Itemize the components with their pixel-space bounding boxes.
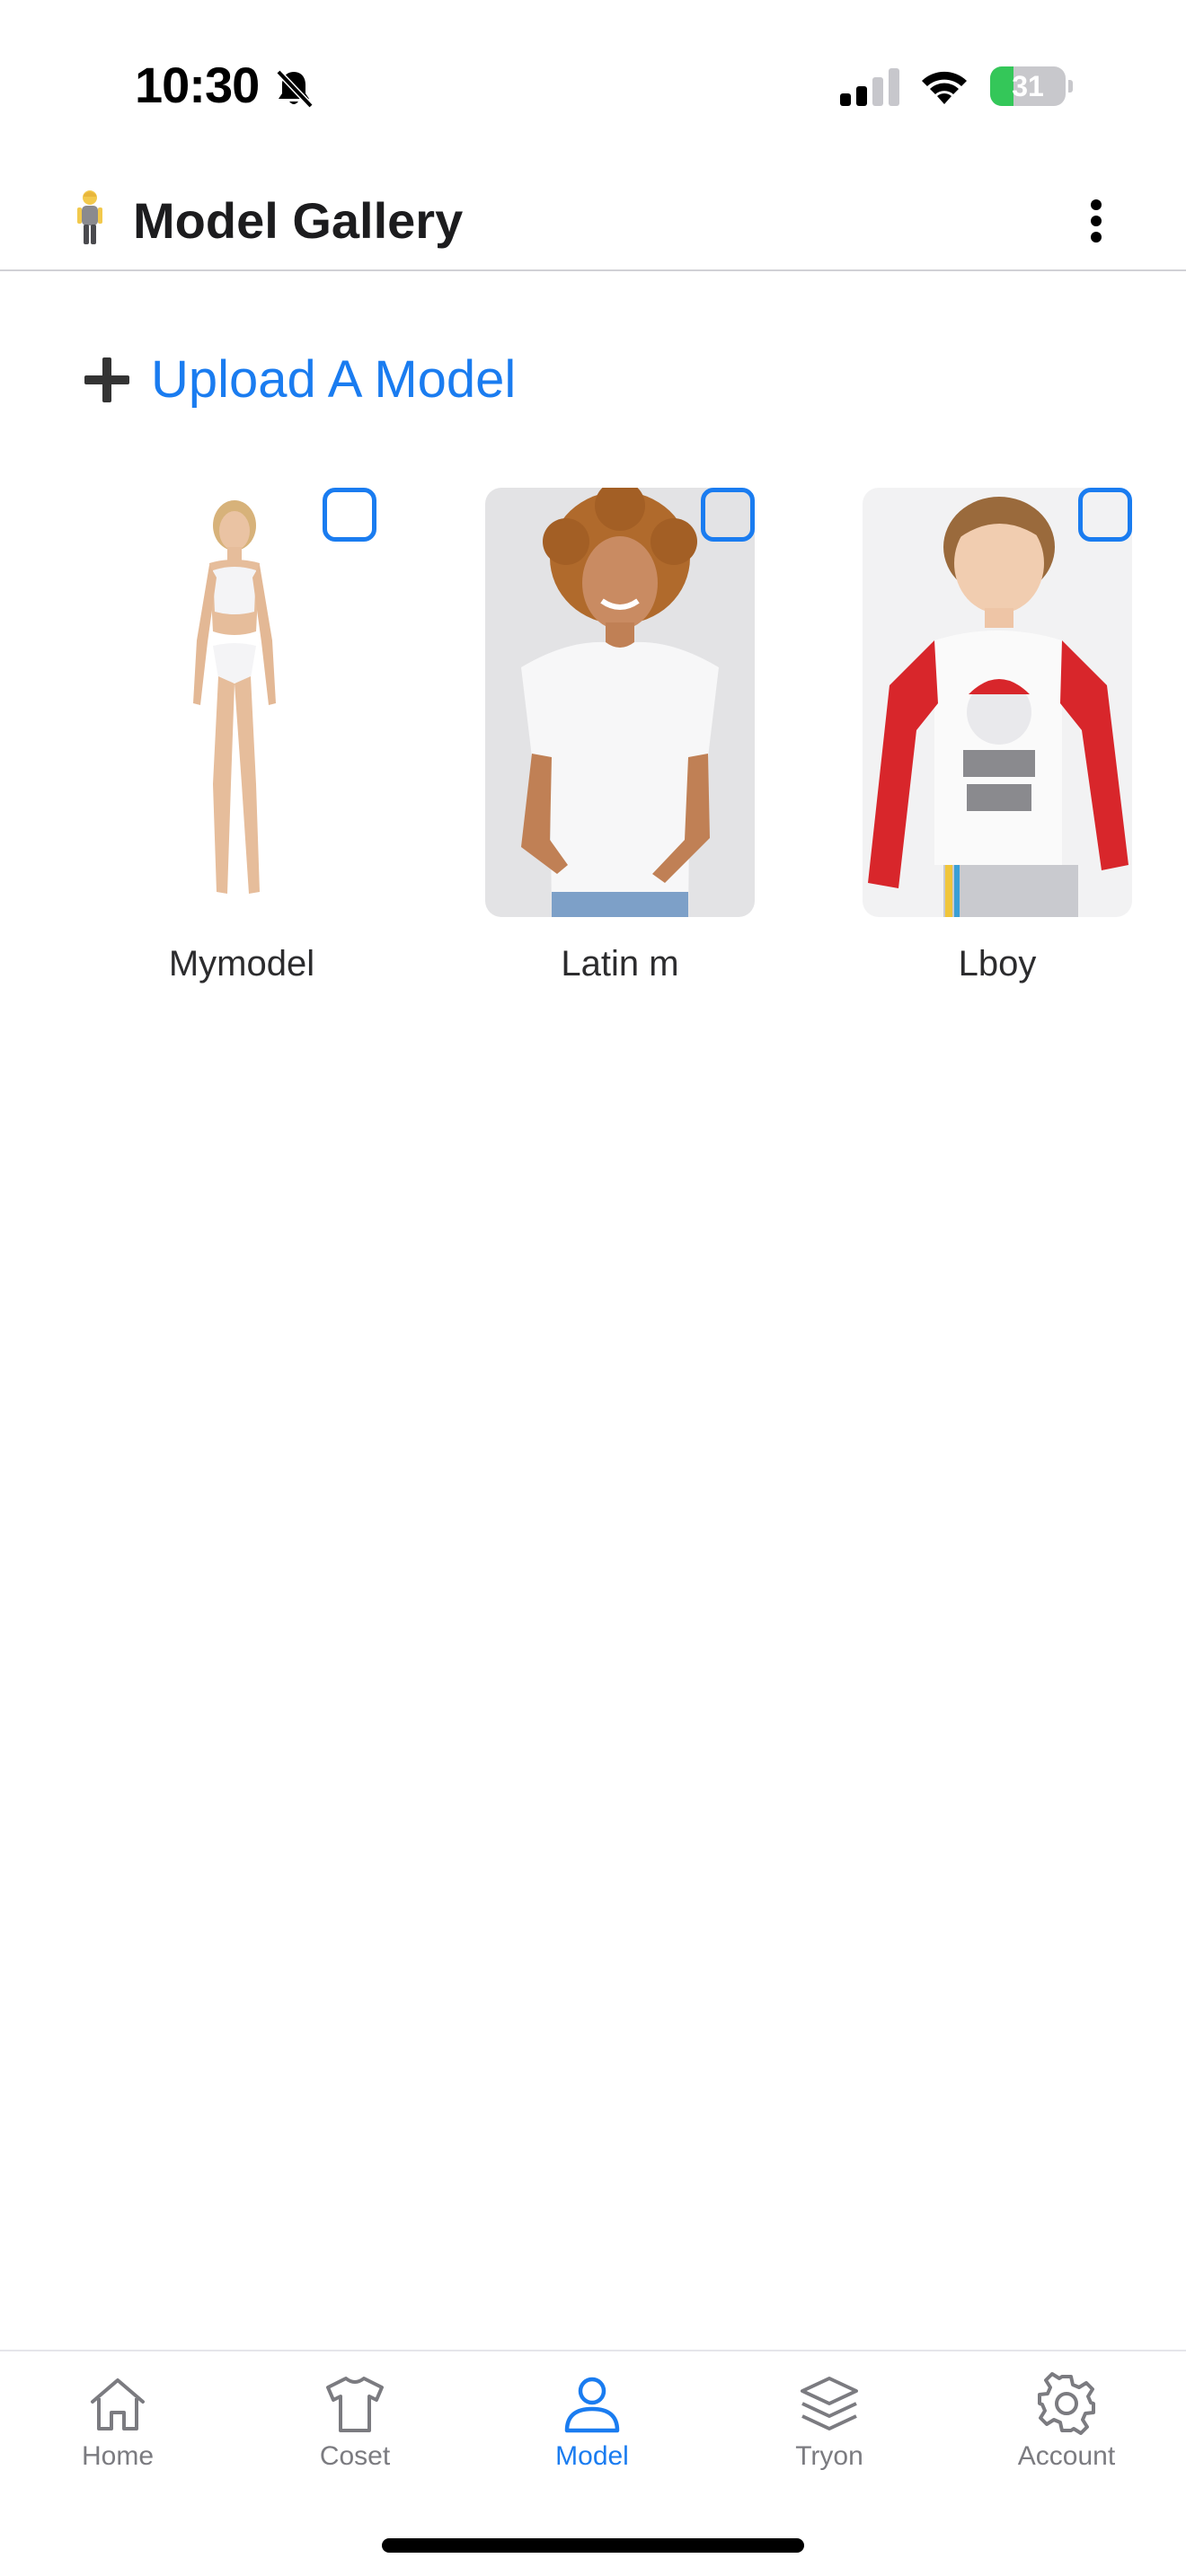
layers-icon bbox=[801, 2377, 858, 2430]
person-standing-icon bbox=[77, 190, 102, 244]
plus-icon bbox=[84, 357, 129, 402]
model-card[interactable]: Latin m bbox=[485, 488, 755, 991]
model-photo[interactable] bbox=[863, 488, 1132, 917]
person-icon bbox=[564, 2377, 620, 2433]
bell-slash-icon bbox=[276, 69, 314, 109]
tab-home[interactable]: Home bbox=[19, 2371, 217, 2479]
more-options-button[interactable] bbox=[1069, 185, 1123, 257]
status-bar: 10:30 31 bbox=[0, 0, 1186, 171]
model-select-checkbox[interactable] bbox=[323, 488, 376, 542]
tab-label: Tryon bbox=[795, 2441, 863, 2471]
home-icon bbox=[91, 2378, 145, 2430]
app-header: Model Gallery bbox=[0, 171, 1186, 271]
tab-label: Account bbox=[1017, 2441, 1116, 2471]
tab-label: Home bbox=[81, 2441, 155, 2471]
tab-bar: Home Coset Model Tryon Account bbox=[0, 2350, 1186, 2484]
home-indicator bbox=[382, 2538, 804, 2553]
page-title: Model Gallery bbox=[133, 192, 464, 249]
model-select-checkbox[interactable] bbox=[1078, 488, 1132, 542]
battery-indicator: 31 bbox=[990, 66, 1073, 106]
tab-label: Coset bbox=[319, 2441, 391, 2471]
model-select-checkbox[interactable] bbox=[701, 488, 755, 542]
upload-model-button[interactable]: Upload A Model bbox=[83, 348, 516, 411]
cellular-signal-icon bbox=[840, 68, 899, 106]
model-card[interactable]: Lboy bbox=[863, 488, 1132, 991]
model-name: Latin m bbox=[561, 944, 679, 984]
model-card[interactable]: Mymodel bbox=[107, 488, 376, 991]
wifi-icon bbox=[922, 71, 967, 104]
tab-coset[interactable]: Coset bbox=[256, 2371, 454, 2479]
status-time: 10:30 bbox=[135, 57, 260, 113]
battery-percent: 31 bbox=[1012, 70, 1044, 102]
model-photo[interactable] bbox=[107, 488, 376, 917]
model-name: Mymodel bbox=[168, 944, 315, 984]
tab-tryon[interactable]: Tryon bbox=[730, 2371, 928, 2479]
screen: 10:30 31 Model Gallery Upload A Model My… bbox=[0, 0, 1186, 2576]
model-name: Lboy bbox=[958, 944, 1037, 984]
tab-label: Model bbox=[555, 2441, 629, 2471]
tab-model[interactable]: Model bbox=[493, 2371, 691, 2479]
gear-icon bbox=[1038, 2372, 1095, 2435]
tab-account[interactable]: Account bbox=[968, 2371, 1165, 2479]
upload-model-label: Upload A Model bbox=[151, 350, 517, 409]
shirt-icon bbox=[326, 2377, 384, 2432]
model-photo[interactable] bbox=[485, 488, 755, 917]
